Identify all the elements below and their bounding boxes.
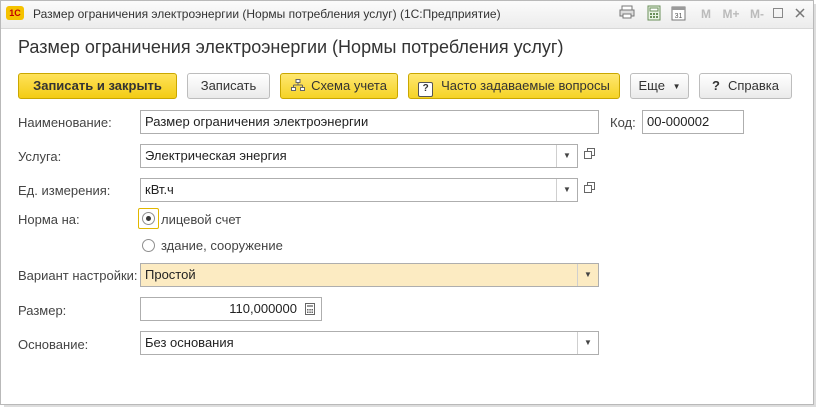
save-and-close-button[interactable]: Записать и закрыть	[18, 73, 177, 99]
size-label: Размер:	[18, 303, 67, 318]
chevron-down-icon: ▼	[672, 82, 681, 91]
norm-label: Норма на:	[18, 212, 80, 227]
size-field[interactable]: 110,000000	[140, 297, 322, 321]
code-field[interactable]: 00-000002	[642, 110, 744, 134]
calculator-icon[interactable]	[645, 5, 663, 23]
variant-field[interactable]: Простой ▼	[140, 263, 599, 287]
calendar-icon[interactable]: 31	[669, 5, 687, 23]
help-label: Справка	[727, 78, 779, 93]
hierarchy-icon	[291, 74, 306, 98]
window-title: Размер ограничения электроэнергии (Нормы…	[33, 7, 501, 21]
basis-label: Основание:	[18, 337, 89, 352]
restore-window-icon[interactable]	[771, 5, 785, 23]
memory-minus-button[interactable]: M-	[748, 5, 766, 23]
form-title: Размер ограничения электроэнергии (Нормы…	[18, 37, 564, 57]
service-value: Электрическая энергия	[145, 148, 287, 163]
more-button[interactable]: Еще ▼	[630, 73, 689, 99]
accounting-scheme-label: Схема учета	[311, 78, 387, 93]
faq-label: Часто задаваемые вопросы	[441, 78, 610, 93]
save-button[interactable]: Записать	[187, 73, 270, 99]
memory-button[interactable]: M	[699, 5, 713, 23]
calculator-icon[interactable]	[299, 298, 321, 320]
name-field[interactable]: Размер ограничения электроэнергии	[140, 110, 599, 134]
app-logo: 1С	[6, 6, 24, 20]
variant-value: Простой	[145, 267, 196, 282]
basis-field[interactable]: Без основания ▼	[140, 331, 599, 355]
close-icon[interactable]	[793, 5, 807, 23]
size-value: 110,000000	[229, 301, 297, 316]
chevron-down-icon[interactable]: ▼	[577, 264, 598, 286]
basis-value: Без основания	[145, 335, 234, 350]
title-bar: 1С Размер ограничения электроэнергии (Но…	[1, 1, 813, 29]
form-window: 1С Размер ограничения электроэнергии (Но…	[0, 0, 814, 405]
variant-label: Вариант настройки:	[18, 268, 138, 283]
faq-button[interactable]: ? Часто задаваемые вопросы	[408, 73, 620, 99]
radio-account[interactable]	[142, 212, 155, 225]
chevron-down-icon[interactable]: ▼	[577, 332, 598, 354]
more-label: Еще	[638, 78, 665, 93]
accounting-scheme-button[interactable]: Схема учета	[280, 73, 398, 99]
radio-building-label[interactable]: здание, сооружение	[161, 238, 283, 253]
open-form-icon[interactable]	[578, 144, 600, 168]
radio-building[interactable]	[142, 239, 155, 252]
svg-text:31: 31	[674, 13, 682, 20]
open-form-icon[interactable]	[578, 178, 600, 202]
memory-plus-button[interactable]: M+	[720, 5, 742, 23]
unit-field[interactable]: кВт.ч ▼	[140, 178, 578, 202]
question-icon: ?	[418, 82, 434, 97]
service-field[interactable]: Электрическая энергия ▼	[140, 144, 578, 168]
unit-value: кВт.ч	[145, 182, 174, 197]
code-label: Код:	[610, 115, 636, 130]
unit-label: Ед. измерения:	[18, 183, 111, 198]
print-icon[interactable]	[618, 5, 636, 23]
help-button[interactable]: ? Справка	[699, 73, 792, 99]
name-label: Наименование:	[18, 115, 112, 130]
radio-account-label[interactable]: лицевой счет	[161, 212, 241, 227]
help-icon: ?	[712, 78, 720, 93]
chevron-down-icon[interactable]: ▼	[556, 145, 577, 167]
chevron-down-icon[interactable]: ▼	[556, 179, 577, 201]
service-label: Услуга:	[18, 149, 62, 164]
